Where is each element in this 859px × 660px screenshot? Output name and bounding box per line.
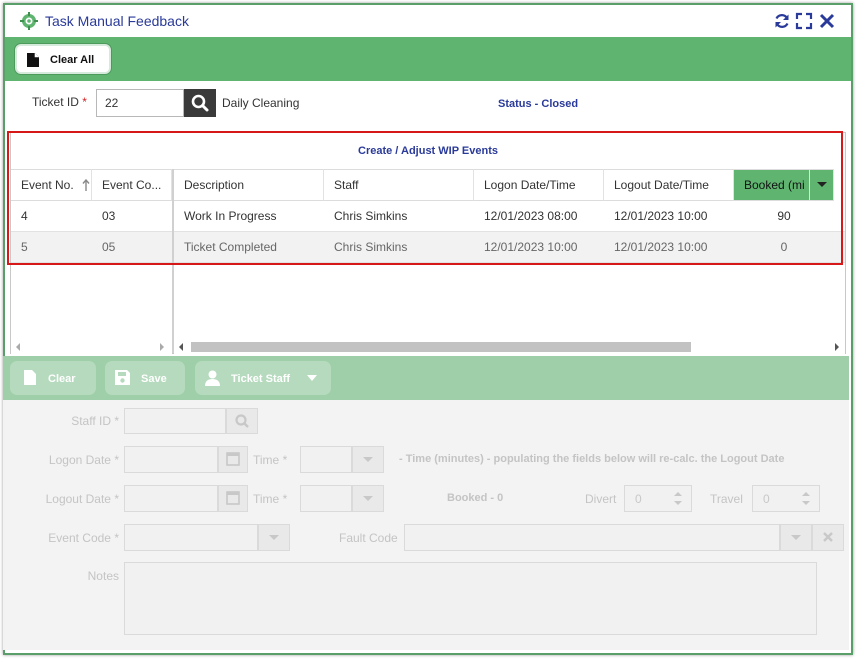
chevron-down-icon: [269, 535, 279, 540]
column-header-description[interactable]: Description: [174, 169, 324, 201]
clear-all-button[interactable]: Clear All: [15, 44, 111, 74]
save-icon: [115, 370, 130, 385]
chevron-down-icon: [363, 457, 373, 462]
chevron-down-icon: [307, 375, 317, 381]
logon-time-select[interactable]: [300, 446, 352, 473]
ticket-staff-button[interactable]: Ticket Staff: [195, 361, 331, 395]
column-header-logon[interactable]: Logon Date/Time: [474, 169, 604, 201]
clear-all-label: Clear All: [50, 54, 95, 66]
column-header-logout[interactable]: Logout Date/Time: [604, 169, 734, 201]
ticket-id-label: Ticket ID *: [32, 95, 87, 109]
frozen-column-divider: [172, 169, 174, 353]
left-horizontal-scrollbar[interactable]: [11, 340, 172, 354]
logon-date-label: Logon Date *: [48, 453, 119, 467]
stepper-arrows-icon[interactable]: [801, 490, 811, 507]
column-menu-button[interactable]: [810, 169, 834, 201]
notes-textarea[interactable]: [124, 562, 817, 635]
ticket-search-button[interactable]: [184, 89, 216, 117]
fault-code-clear-button[interactable]: [812, 524, 844, 551]
event-code-select[interactable]: [124, 524, 258, 551]
scroll-right-icon[interactable]: [834, 343, 840, 351]
column-header-event-code[interactable]: Event Co...: [92, 169, 172, 201]
calendar-icon: [226, 452, 240, 466]
stepper-arrows-icon[interactable]: [673, 490, 683, 507]
chevron-down-icon: [363, 496, 373, 501]
action-bar: Clear Save Ticket Staff: [3, 356, 849, 400]
clear-button[interactable]: Clear: [10, 361, 96, 395]
logout-date-picker[interactable]: [218, 485, 248, 512]
column-header-staff[interactable]: Staff: [324, 169, 474, 201]
refresh-icon[interactable]: [773, 12, 791, 30]
sort-arrow-icon: [82, 179, 90, 191]
logout-date-label: Logout Date *: [45, 492, 119, 506]
wip-events-grid: Create / Adjust WIP Events Event No. Eve…: [10, 132, 846, 354]
close-icon[interactable]: [818, 12, 836, 30]
search-icon: [235, 414, 249, 428]
ticket-status: Status - Closed: [498, 98, 579, 110]
scroll-left-icon[interactable]: [15, 343, 21, 351]
scroll-right-icon[interactable]: [159, 343, 165, 351]
title-bar: Task Manual Feedback: [5, 5, 851, 38]
user-icon: [205, 370, 220, 386]
time-hint: - Time (minutes) - populating the fields…: [399, 453, 785, 465]
logon-date-input[interactable]: [124, 446, 218, 473]
logon-time-dropdown[interactable]: [352, 446, 384, 473]
staff-id-input[interactable]: [124, 408, 226, 434]
ticket-description: Daily Cleaning: [222, 96, 300, 110]
document-icon: [24, 370, 36, 385]
logout-time-select[interactable]: [300, 485, 352, 512]
window-title: Task Manual Feedback: [45, 13, 189, 29]
notes-label: Notes: [87, 569, 119, 583]
travel-stepper[interactable]: 0: [752, 485, 820, 512]
gear-icon: [20, 12, 38, 30]
staff-id-label: Staff ID *: [71, 414, 119, 428]
document-icon: [27, 53, 39, 67]
close-icon: [823, 532, 833, 542]
right-horizontal-scrollbar[interactable]: [174, 340, 845, 354]
column-header-event-no[interactable]: Event No.: [11, 169, 92, 201]
chevron-down-icon: [791, 535, 801, 540]
logon-time-label: Time *: [253, 453, 288, 467]
search-icon: [191, 94, 209, 112]
booked-text: Booked - 0: [447, 492, 504, 504]
scrollbar-thumb[interactable]: [191, 342, 691, 352]
event-form: Staff ID * Logon Date * Time * - Time (m…: [3, 400, 849, 650]
save-button[interactable]: Save: [105, 361, 185, 395]
divert-stepper[interactable]: 0: [624, 485, 692, 512]
required-mark: *: [82, 95, 87, 109]
logout-time-label: Time *: [253, 492, 288, 506]
ticket-id-input[interactable]: [96, 89, 184, 117]
scroll-left-icon[interactable]: [178, 343, 184, 351]
fault-code-label: Fault Code: [339, 531, 398, 545]
staff-search-button[interactable]: [226, 408, 258, 434]
event-code-label: Event Code *: [48, 531, 119, 545]
divert-label: Divert: [585, 492, 617, 506]
table-row[interactable]: 5 05 Ticket Completed Chris Simkins 12/0…: [11, 232, 845, 263]
main-toolbar: Clear All: [5, 37, 851, 81]
column-header-booked[interactable]: Booked (mi: [734, 169, 810, 201]
fault-code-select[interactable]: [404, 524, 780, 551]
grid-title: Create / Adjust WIP Events: [358, 145, 498, 157]
event-code-dropdown[interactable]: [258, 524, 290, 551]
chevron-down-icon: [817, 182, 827, 187]
table-row[interactable]: 4 03 Work In Progress Chris Simkins 12/0…: [11, 201, 845, 232]
logout-date-input[interactable]: [124, 485, 218, 512]
logon-date-picker[interactable]: [218, 446, 248, 473]
maximize-icon[interactable]: [795, 12, 813, 30]
logout-time-dropdown[interactable]: [352, 485, 384, 512]
calendar-icon: [226, 491, 240, 505]
travel-label: Travel: [710, 492, 743, 506]
fault-code-dropdown[interactable]: [780, 524, 812, 551]
